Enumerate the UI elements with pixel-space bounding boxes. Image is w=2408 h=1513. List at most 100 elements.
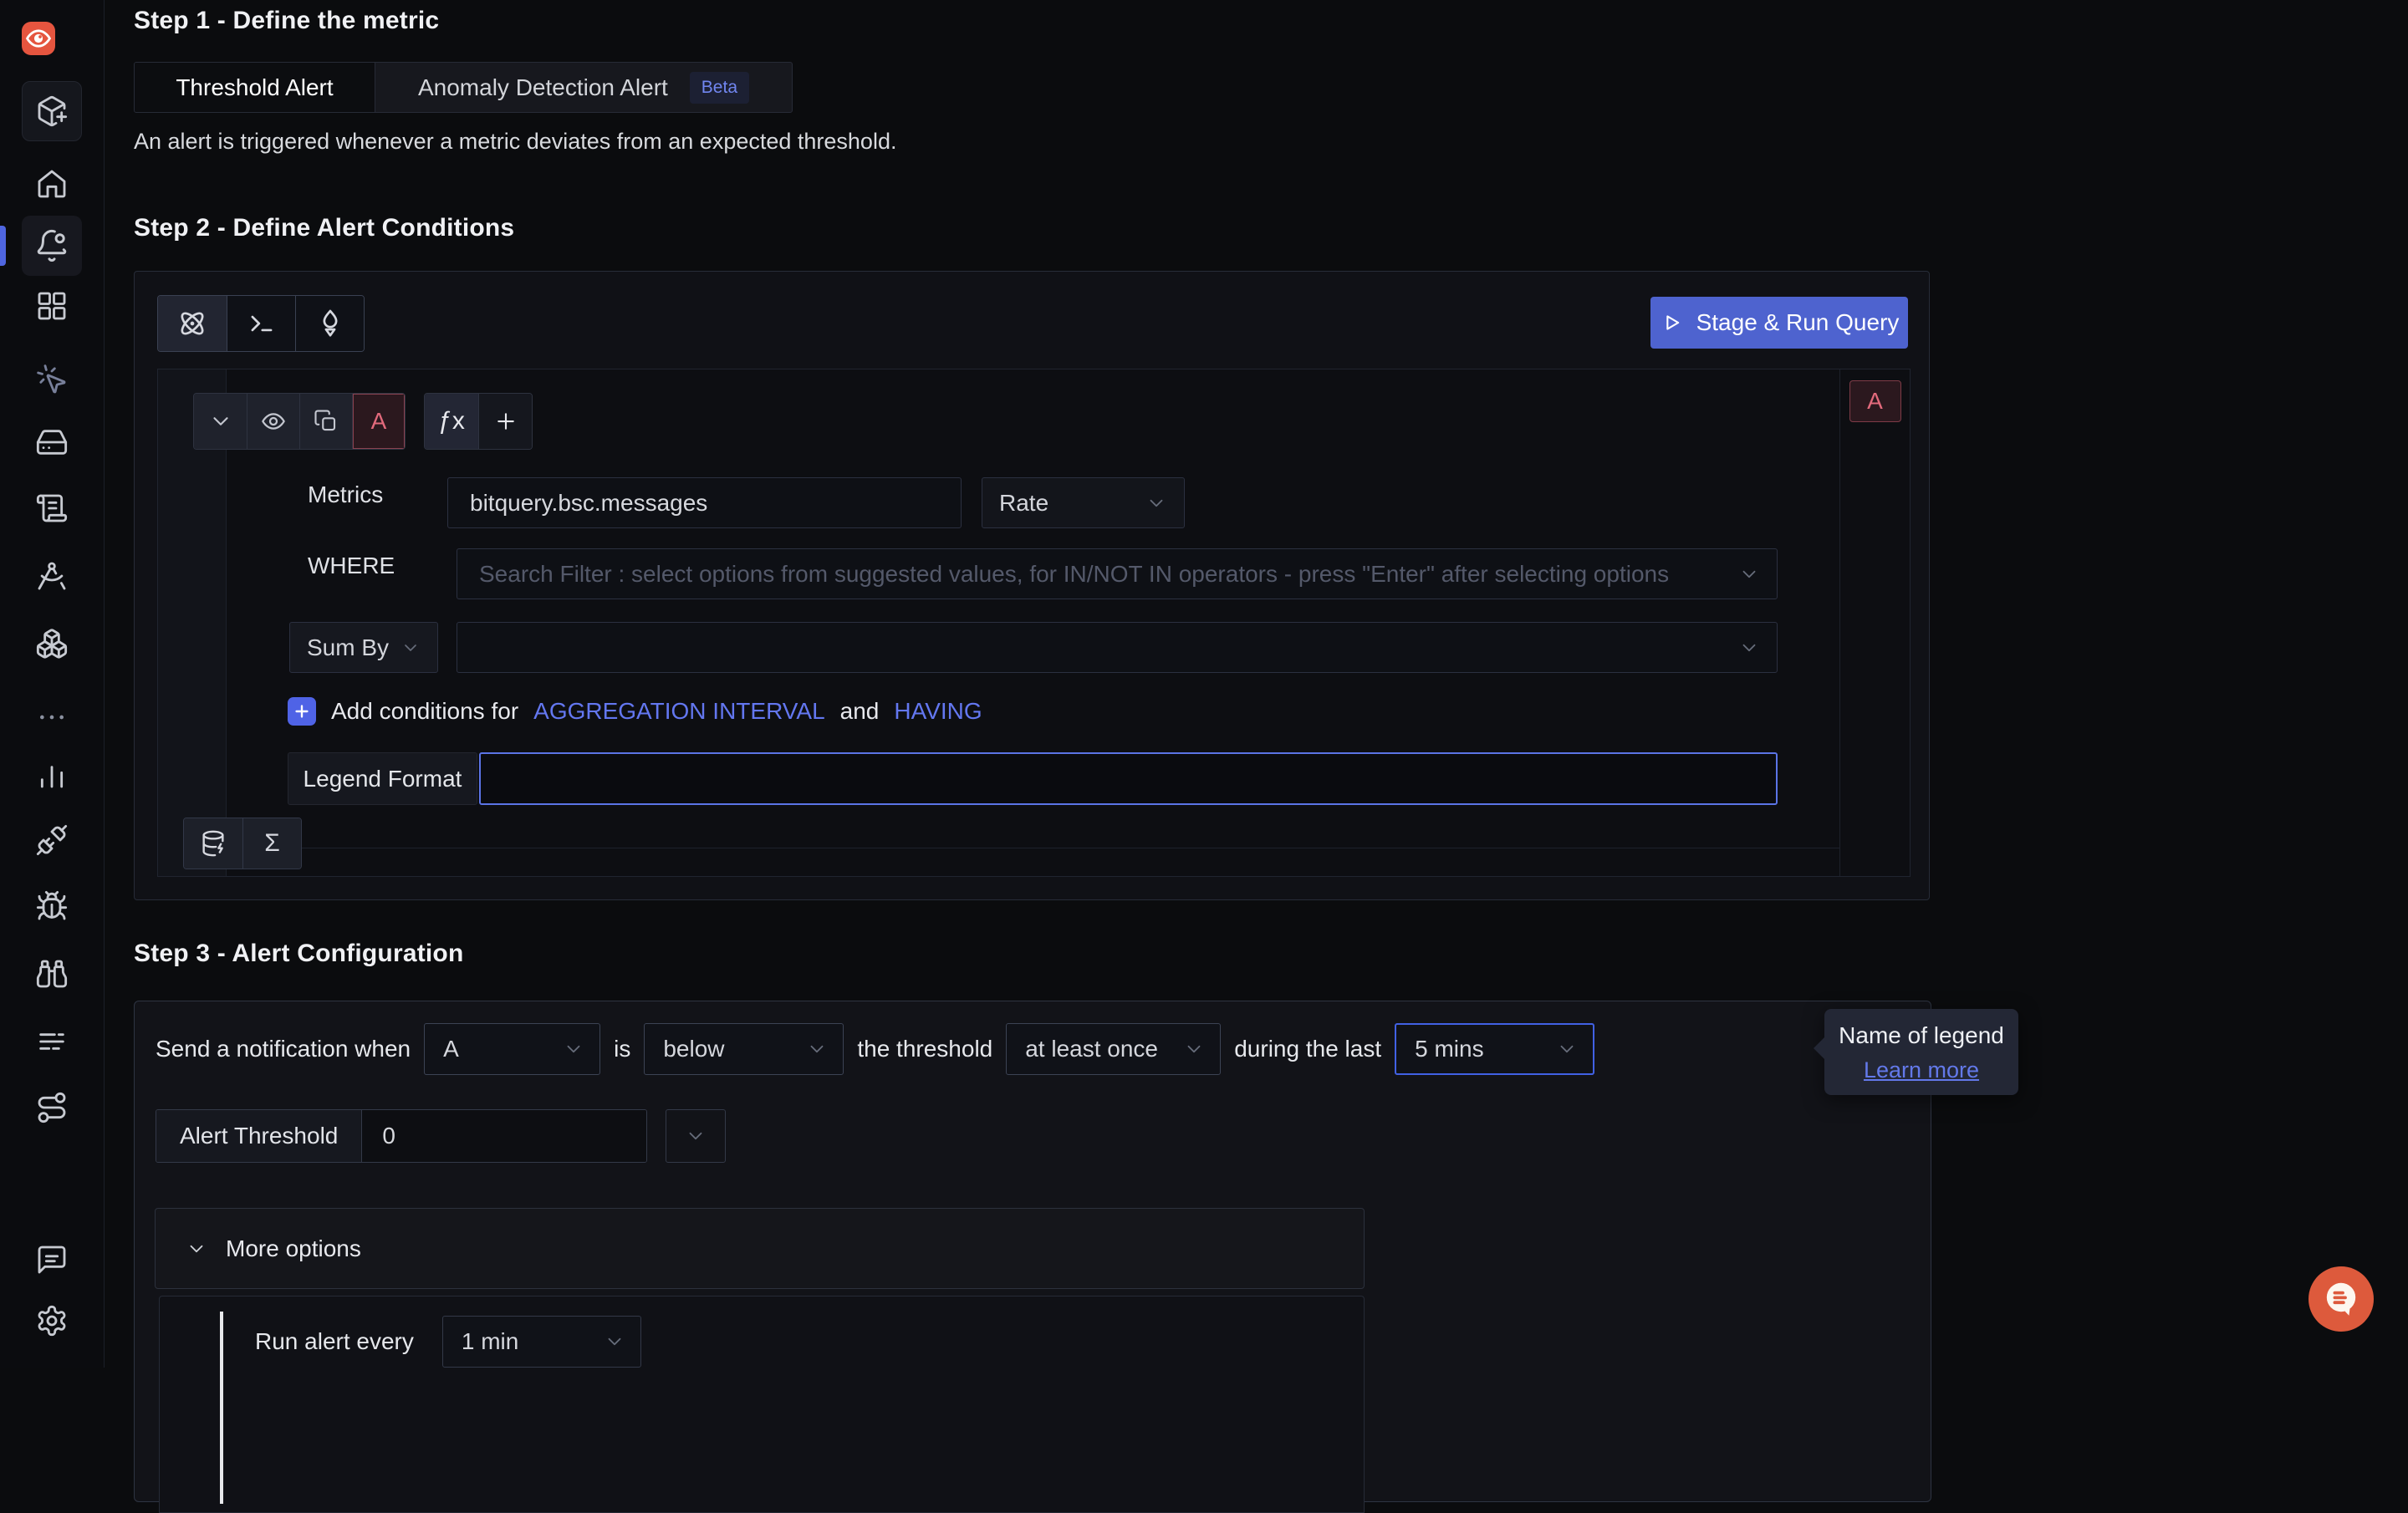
where-label: WHERE xyxy=(308,553,395,579)
alert-threshold-field: Alert Threshold xyxy=(156,1109,647,1163)
database-zap-icon xyxy=(199,829,227,858)
sidebar-item-log-pipelines[interactable] xyxy=(22,1011,82,1072)
sentence-is: is xyxy=(614,1036,630,1062)
operator-dropdown[interactable]: below xyxy=(644,1023,844,1075)
sidebar-item-integrations[interactable] xyxy=(22,614,82,674)
settings-gear-icon xyxy=(35,1304,69,1337)
sidebar-item-get-started[interactable] xyxy=(22,81,82,141)
support-chat-button[interactable] xyxy=(2309,1266,2374,1332)
where-filter-input[interactable] xyxy=(457,561,1738,588)
step3-title: Step 3 - Alert Configuration xyxy=(134,940,464,968)
having-link[interactable]: HAVING xyxy=(894,698,982,725)
sidebar-item-settings[interactable] xyxy=(22,1291,82,1351)
sidebar-item-explorer[interactable] xyxy=(22,944,82,1004)
run-frequency-dropdown[interactable]: 1 min xyxy=(442,1316,641,1368)
dashboards-grid-icon xyxy=(35,289,69,323)
alert-threshold-label: Alert Threshold xyxy=(156,1110,362,1162)
sidebar-item-alerts[interactable] xyxy=(22,216,82,276)
sidebar-item-pipelines[interactable] xyxy=(22,1077,82,1138)
tab-anomaly-detection-alert[interactable]: Anomaly Detection Alert Beta xyxy=(375,63,792,112)
copy-icon xyxy=(314,409,339,434)
query-select-value: A xyxy=(443,1036,459,1062)
chevron-down-icon xyxy=(1145,492,1167,514)
promql-tab[interactable] xyxy=(295,296,364,351)
query-a-badge[interactable]: A xyxy=(1849,380,1901,422)
sum-by-dropdown[interactable]: Sum By xyxy=(289,622,438,673)
add-condition-button[interactable] xyxy=(288,697,316,726)
terminal-icon xyxy=(246,308,278,339)
sidebar-item-infrastructure[interactable] xyxy=(22,412,82,472)
tab-threshold-alert[interactable]: Threshold Alert xyxy=(135,63,375,112)
sidebar-item-metrics[interactable] xyxy=(22,744,82,804)
collapse-query-button[interactable] xyxy=(194,394,247,449)
sidebar-item-logs[interactable] xyxy=(22,478,82,538)
query-builder-tab[interactable] xyxy=(158,296,227,351)
sidebar-item-service-map[interactable] xyxy=(22,546,82,606)
alert-threshold-row: Alert Threshold xyxy=(156,1109,726,1163)
toggle-visibility-button[interactable] xyxy=(247,394,299,449)
clone-query-button[interactable] xyxy=(299,394,352,449)
chevron-down-icon xyxy=(685,1125,707,1147)
plus-icon xyxy=(293,702,311,721)
time-window-dropdown[interactable]: 5 mins xyxy=(1395,1023,1594,1075)
aggregation-interval-link[interactable]: AGGREGATION INTERVAL xyxy=(533,698,825,725)
legend-format-input[interactable] xyxy=(481,766,1776,792)
sidebar-item-connectors[interactable] xyxy=(22,810,82,870)
threshold-unit-dropdown[interactable] xyxy=(666,1109,726,1163)
conditions-and: and xyxy=(840,698,880,725)
chevron-down-icon xyxy=(1556,1038,1578,1060)
aggregation-dropdown[interactable]: Rate xyxy=(982,477,1185,528)
alert-description: An alert is triggered whenever a metric … xyxy=(134,129,896,155)
sidebar-item-dashboards[interactable] xyxy=(22,276,82,336)
logs-scroll-icon xyxy=(35,492,69,525)
package-plus-icon xyxy=(35,94,69,128)
group-by-select[interactable] xyxy=(457,622,1778,673)
home-icon xyxy=(35,167,69,201)
query-builder-panel: Stage & Run Query A xyxy=(134,271,1930,900)
sidebar-item-traces[interactable] xyxy=(22,349,82,410)
clickhouse-query-tab[interactable] xyxy=(227,296,295,351)
bar-chart-icon xyxy=(35,757,69,791)
metric-name-input[interactable] xyxy=(448,490,961,517)
more-options-header[interactable]: More options xyxy=(155,1208,1365,1289)
database-query-button[interactable] xyxy=(184,818,242,869)
learn-more-link[interactable]: Learn more xyxy=(1864,1057,1979,1083)
sidebar-item-exceptions[interactable] xyxy=(22,876,82,936)
chevron-down-icon xyxy=(400,638,421,658)
chat-bubble-icon xyxy=(2321,1279,2361,1319)
sentence-threshold-text: the threshold xyxy=(857,1036,992,1062)
alert-configuration-panel: Send a notification when A is below the … xyxy=(134,1001,1931,1502)
stage-run-query-label: Stage & Run Query xyxy=(1696,309,1900,336)
main-content: Step 1 - Define the metric Threshold Ale… xyxy=(105,0,2408,1368)
sigma-button[interactable]: Σ xyxy=(242,818,301,869)
sidebar-item-more[interactable] xyxy=(22,687,82,747)
sidebar-item-home[interactable] xyxy=(22,154,82,214)
atom-icon xyxy=(176,308,208,339)
signoz-logo-icon[interactable] xyxy=(22,22,55,55)
drafting-compass-icon xyxy=(35,559,69,593)
legend-format-label: Legend Format xyxy=(288,752,477,805)
unplug-icon xyxy=(35,823,69,857)
alert-bell-icon xyxy=(34,228,69,263)
stage-run-query-button[interactable]: Stage & Run Query xyxy=(1650,297,1908,349)
add-conditions-row: Add conditions for AGGREGATION INTERVAL … xyxy=(288,697,982,726)
alert-threshold-input[interactable] xyxy=(362,1123,646,1149)
notification-condition-sentence: Send a notification when A is below the … xyxy=(156,1023,1594,1075)
alert-type-tabs: Threshold Alert Anomaly Detection Alert … xyxy=(134,62,793,113)
legend-format-field xyxy=(479,752,1778,805)
query-select-dropdown[interactable]: A xyxy=(424,1023,600,1075)
sentence-during-text: during the last xyxy=(1234,1036,1381,1062)
indent-bar xyxy=(220,1312,223,1504)
route-icon xyxy=(35,1091,69,1124)
sidebar-item-feedback[interactable] xyxy=(22,1230,82,1290)
chevron-down-icon xyxy=(208,409,233,434)
query-name-badge[interactable]: A xyxy=(352,394,405,449)
occurrence-value: at least once xyxy=(1025,1036,1158,1062)
query-row-controls: A xyxy=(193,393,406,450)
filter-lines-icon xyxy=(35,1025,69,1058)
hard-drive-icon xyxy=(35,425,69,459)
occurrence-dropdown[interactable]: at least once xyxy=(1006,1023,1221,1075)
aggregation-value: Rate xyxy=(999,490,1048,517)
add-function-button[interactable]: ƒx xyxy=(425,394,478,449)
add-query-button[interactable] xyxy=(478,394,532,449)
